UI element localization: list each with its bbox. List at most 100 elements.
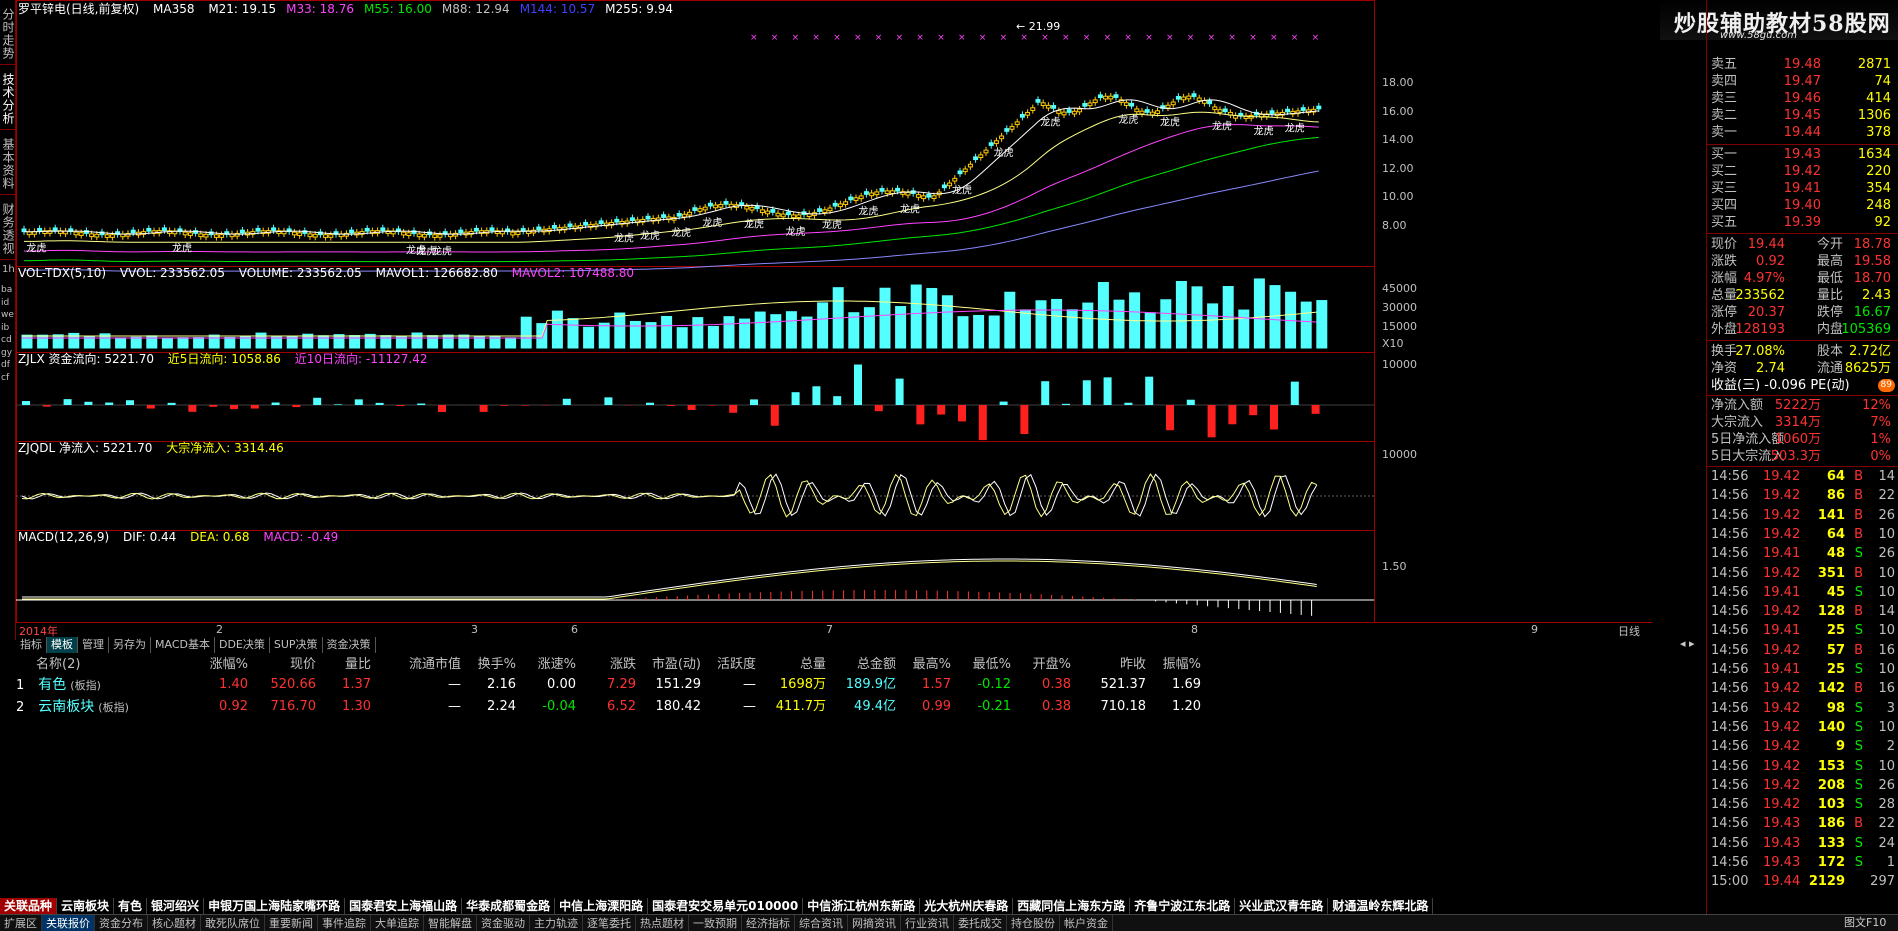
table-cell: 7.29 <box>576 674 636 696</box>
tab-intraday[interactable]: 分时走势 <box>0 0 17 65</box>
broker-tab[interactable]: 国泰君安交易单元010000 <box>648 898 803 914</box>
zjqdl-title: ZJQDL 净流入: 5221.70 大宗净流入: 3314.46 <box>18 441 294 456</box>
broker-tab[interactable]: 国泰君安上海福山路 <box>345 898 462 914</box>
status-tab[interactable]: 主力轨迹 <box>530 915 583 931</box>
col-header[interactable]: 现价 <box>248 656 316 674</box>
panel-nav-arrows[interactable]: ◂ ▸ <box>1680 637 1695 650</box>
col-header[interactable]: 活跃度 <box>701 656 756 674</box>
broker-tab[interactable]: 银河绍兴 <box>147 898 204 914</box>
status-tab[interactable]: 网摘资讯 <box>848 915 901 931</box>
sector-name[interactable]: 云南板块 <box>38 699 94 715</box>
status-tab[interactable]: 资金分布 <box>95 915 148 931</box>
status-tab[interactable]: 帐户资金 <box>1060 915 1113 931</box>
broker-tab[interactable]: 兴业武汉青年路 <box>1235 898 1328 914</box>
status-tab[interactable]: 大单追踪 <box>371 915 424 931</box>
status-tab[interactable]: 行业资讯 <box>901 915 954 931</box>
table-cell: — <box>701 674 756 696</box>
tab-macd-basic[interactable]: MACD基本 <box>151 637 215 653</box>
tab-template[interactable]: 模板 <box>47 637 78 653</box>
col-header[interactable]: 总金额 <box>826 656 896 674</box>
col-header[interactable]: 最高% <box>896 656 951 674</box>
tab-finance[interactable]: 财务透视 <box>0 195 17 260</box>
col-header[interactable]: 涨速% <box>516 656 576 674</box>
pe-badge[interactable]: 89 <box>1878 379 1895 392</box>
candle-body <box>875 192 879 195</box>
sector-name[interactable]: 有色 <box>38 677 66 693</box>
col-header[interactable]: 开盘% <box>1011 656 1071 674</box>
status-tab[interactable]: 关联报价 <box>42 915 95 931</box>
broker-tab[interactable]: 中信浙江杭州东新路 <box>803 898 920 914</box>
tab-technical[interactable]: 技术分析 <box>0 65 17 130</box>
col-header[interactable]: 涨幅% <box>186 656 248 674</box>
broker-tab[interactable]: 云南板块 <box>57 898 114 914</box>
candle-body <box>958 171 962 174</box>
tab-small-label: 1h <box>0 260 15 279</box>
col-header[interactable]: 换手% <box>461 656 516 674</box>
col-header[interactable]: 名称(2) <box>16 656 186 674</box>
status-tab[interactable]: 综合资讯 <box>795 915 848 931</box>
signal-marker: × <box>1166 33 1174 43</box>
broker-tab[interactable]: 中信上海溧阳路 <box>555 898 648 914</box>
tab-sup[interactable]: SUP决策 <box>270 637 323 653</box>
kline-chart[interactable]: × × × × × × × × × × × × × × × × × × × × × × × × × × × × 龙虎 龙虎 龙虎 龙虎 龙虎 龙虎… <box>16 0 1652 640</box>
status-tab[interactable]: 委托成交 <box>954 915 1007 931</box>
tick-row: 14:56 19.42 208 S 26 <box>1707 777 1897 794</box>
candle-body <box>974 157 978 160</box>
col-header[interactable]: 总量 <box>756 656 826 674</box>
status-tab[interactable]: 一致预期 <box>689 915 742 931</box>
time-tick: 6 <box>571 623 578 636</box>
tab-indicator[interactable]: 指标 <box>16 637 47 653</box>
candle-body <box>1031 108 1035 111</box>
tab-saveas[interactable]: 另存为 <box>109 637 151 653</box>
broker-tab[interactable]: 华泰成都蜀金路 <box>462 898 555 914</box>
status-tab[interactable]: 重要新闻 <box>265 915 318 931</box>
status-tab[interactable]: 持仓股份 <box>1007 915 1060 931</box>
status-tab[interactable]: 核心题材 <box>148 915 201 931</box>
status-tab[interactable]: 敢死队席位 <box>201 915 265 931</box>
candle-body <box>1182 97 1186 100</box>
broker-tab[interactable]: 西藏同信上海东方路 <box>1013 898 1130 914</box>
col-header[interactable]: 量比 <box>316 656 371 674</box>
status-tab[interactable]: 逐笔委托 <box>583 915 636 931</box>
price-axis-label: 8.00 <box>1382 219 1407 232</box>
status-tab[interactable]: 资金驱动 <box>477 915 530 931</box>
status-tab[interactable]: 经济指标 <box>742 915 795 931</box>
status-tab[interactable]: 热点题材 <box>636 915 689 931</box>
candle-body <box>1098 95 1102 98</box>
table-row[interactable]: 1 有色 (板指) 1.40 520.66 1.37 — 2.16 0.00 7.29 151.29… <box>16 674 1706 696</box>
status-tab[interactable]: 智能解盘 <box>424 915 477 931</box>
volume-bar <box>568 319 578 348</box>
broker-tab[interactable]: 光大杭州庆春路 <box>920 898 1013 914</box>
table-row[interactable]: 2 云南板块 (板指) 0.92 716.70 1.30 — 2.24 -0.04 6.52 180… <box>16 696 1706 718</box>
fund-flow-bar <box>521 405 529 406</box>
tab-manage[interactable]: 管理 <box>78 637 109 653</box>
candle-body <box>1093 100 1097 103</box>
status-tab[interactable]: 事件追踪 <box>318 915 371 931</box>
broker-tab[interactable]: 齐鲁宁波江东北路 <box>1130 898 1235 914</box>
status-tab[interactable]: 扩展区 <box>0 915 42 931</box>
tab-fund[interactable]: 资金决策 <box>323 637 376 653</box>
candle-body <box>584 222 588 225</box>
col-header[interactable]: 最低% <box>951 656 1011 674</box>
candle-body <box>786 212 790 215</box>
col-header[interactable]: 昨收 <box>1071 656 1146 674</box>
signal-marker: × <box>979 33 987 43</box>
col-header[interactable]: 流通市值 <box>371 656 461 674</box>
candle-body <box>308 234 312 237</box>
col-header[interactable]: 涨跌 <box>576 656 636 674</box>
broker-tab[interactable]: 有色 <box>114 898 147 914</box>
tab-dde[interactable]: DDE决策 <box>215 637 270 653</box>
candle-body <box>708 203 712 206</box>
tab-fundamental[interactable]: 基本资料 <box>0 130 17 195</box>
volume-bar <box>225 337 235 348</box>
fund-flow-bar <box>209 405 217 407</box>
fund-flow-bar <box>43 405 51 407</box>
col-header[interactable]: 振幅% <box>1146 656 1201 674</box>
f10-button[interactable]: 图文F10 <box>1840 914 1890 931</box>
col-header[interactable]: 市盈(动) <box>636 656 701 674</box>
broker-tab[interactable]: 财通温岭东辉北路 <box>1328 898 1433 914</box>
broker-tab[interactable]: 申银万国上海陆家嘴环路 <box>204 898 345 914</box>
candle-body <box>220 235 224 238</box>
candle-body <box>1156 111 1160 114</box>
signal-marker: × <box>1000 33 1008 43</box>
